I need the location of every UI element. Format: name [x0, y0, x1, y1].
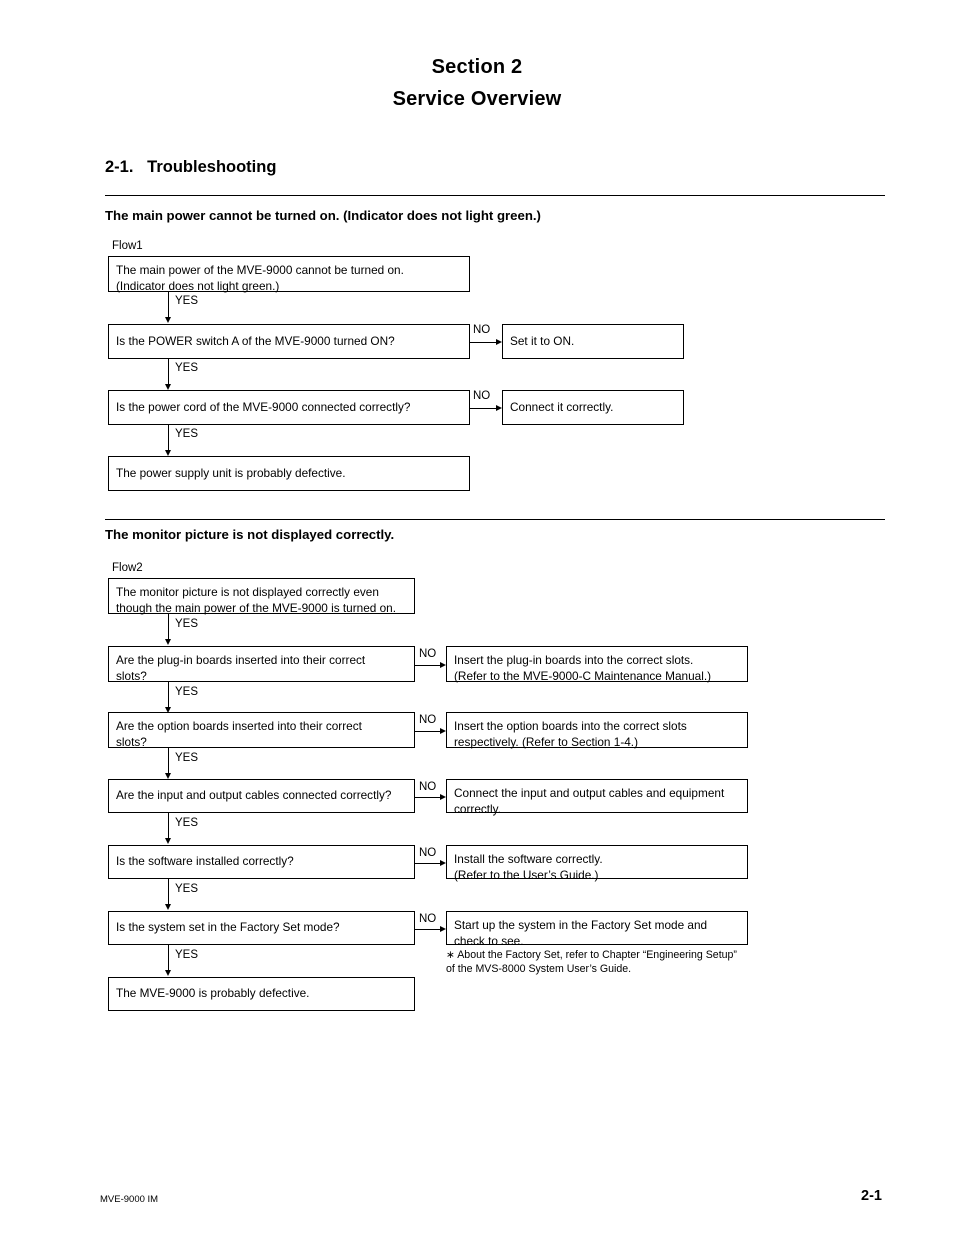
flow2-yes-6: YES: [175, 949, 199, 961]
flow2-yes-5: YES: [175, 883, 199, 895]
flow2-no-box-2: Insert the option boards into the correc…: [446, 712, 748, 749]
flow2-connector-6: [168, 945, 169, 970]
flow2-box-2: Are the plug-in boards inserted into the…: [108, 646, 415, 683]
flow1-yes-2: YES: [175, 362, 199, 374]
flow2-box-5: Is the software installed correctly?: [108, 845, 415, 879]
flow2-no-line-5: [415, 929, 440, 930]
flow2-box-3: Are the option boards inserted into thei…: [108, 712, 415, 749]
flow1-arrow-1: [164, 317, 171, 323]
flow2-yes-3: YES: [175, 752, 199, 764]
flow2-label: Flow2: [112, 562, 143, 574]
subheading-2: The monitor picture is not displayed cor…: [105, 527, 395, 542]
flow1-connector-1: [168, 292, 169, 317]
flow2-no-5: NO: [419, 913, 437, 925]
flow2-connector-5: [168, 879, 169, 904]
flow2-no-line-3: [415, 797, 440, 798]
flow2-arrow-5: [164, 904, 171, 910]
flow1-connector-2: [168, 359, 169, 384]
flow2-connector-2: [168, 682, 169, 707]
page-title: 2-1. Troubleshooting: [105, 158, 277, 176]
flow1-yes-3: YES: [175, 428, 199, 440]
flow1-no-box-2: Connect it correctly.: [502, 390, 684, 425]
flow1-connector-3: [168, 425, 169, 450]
flow2-no-box-3: Connect the input and output cables and …: [446, 779, 748, 816]
footer-page-number: 2-1: [861, 1188, 882, 1204]
flow2-yes-2: YES: [175, 686, 199, 698]
flow2-box-7: The MVE-9000 is probably defective.: [108, 977, 415, 1011]
flow1-box-1: The main power of the MVE-9000 cannot be…: [108, 256, 470, 293]
flow1-no-line-1: [470, 342, 496, 343]
flow2-no-box-1: Insert the plug-in boards into the corre…: [446, 646, 748, 683]
flow2-yes-1: YES: [175, 618, 199, 630]
flow2-connector-1: [168, 614, 169, 639]
section-title: Service Overview: [392, 88, 562, 110]
factory-set-footnote: ∗ About the Factory Set, refer to Chapte…: [446, 949, 737, 975]
flow2-box-4: Are the input and output cables connecte…: [108, 779, 415, 813]
flow2-no-3: NO: [419, 781, 437, 793]
flow2-connector-4: [168, 813, 169, 838]
flow2-no-box-4: Install the software correctly. (Refer t…: [446, 845, 748, 882]
flow2-arrow-1: [164, 639, 171, 645]
flow2-arrow-4: [164, 838, 171, 844]
flow2-no-line-2: [415, 731, 440, 732]
flow1-no-box-1: Set it to ON.: [502, 324, 684, 359]
document-page: Section 2 Service Overview 2-1. Troubles…: [0, 0, 954, 1244]
subheading-1: The main power cannot be turned on. (Ind…: [105, 208, 541, 223]
section-number: Section 2: [431, 56, 523, 78]
flow2-connector-3: [168, 748, 169, 773]
flow2-no-4: NO: [419, 847, 437, 859]
flow2-no-box-5: Start up the system in the Factory Set m…: [446, 911, 748, 948]
flow2-box-1: The monitor picture is not displayed cor…: [108, 578, 415, 615]
flow2-yes-4: YES: [175, 817, 199, 829]
flow1-label: Flow1: [112, 240, 143, 252]
divider-1: [105, 195, 885, 196]
flow2-no-line-4: [415, 863, 440, 864]
flow2-no-line-1: [415, 665, 440, 666]
flow2-no-1: NO: [419, 648, 437, 660]
flow1-no-1: NO: [473, 324, 491, 336]
flow1-box-3: Is the power cord of the MVE-9000 connec…: [108, 390, 470, 425]
flow1-no-2: NO: [473, 390, 491, 402]
flow1-box-2: Is the POWER switch A of the MVE-9000 tu…: [108, 324, 470, 359]
flow1-box-4: The power supply unit is probably defect…: [108, 456, 470, 491]
flow2-arrow-6: [164, 970, 171, 976]
flow2-no-2: NO: [419, 714, 437, 726]
flow2-box-6: Is the system set in the Factory Set mod…: [108, 911, 415, 945]
divider-2: [105, 519, 885, 520]
footer-manual-id: MVE-9000 IM: [100, 1194, 159, 1205]
flow1-no-line-2: [470, 408, 496, 409]
flow1-yes-1: YES: [175, 295, 199, 307]
